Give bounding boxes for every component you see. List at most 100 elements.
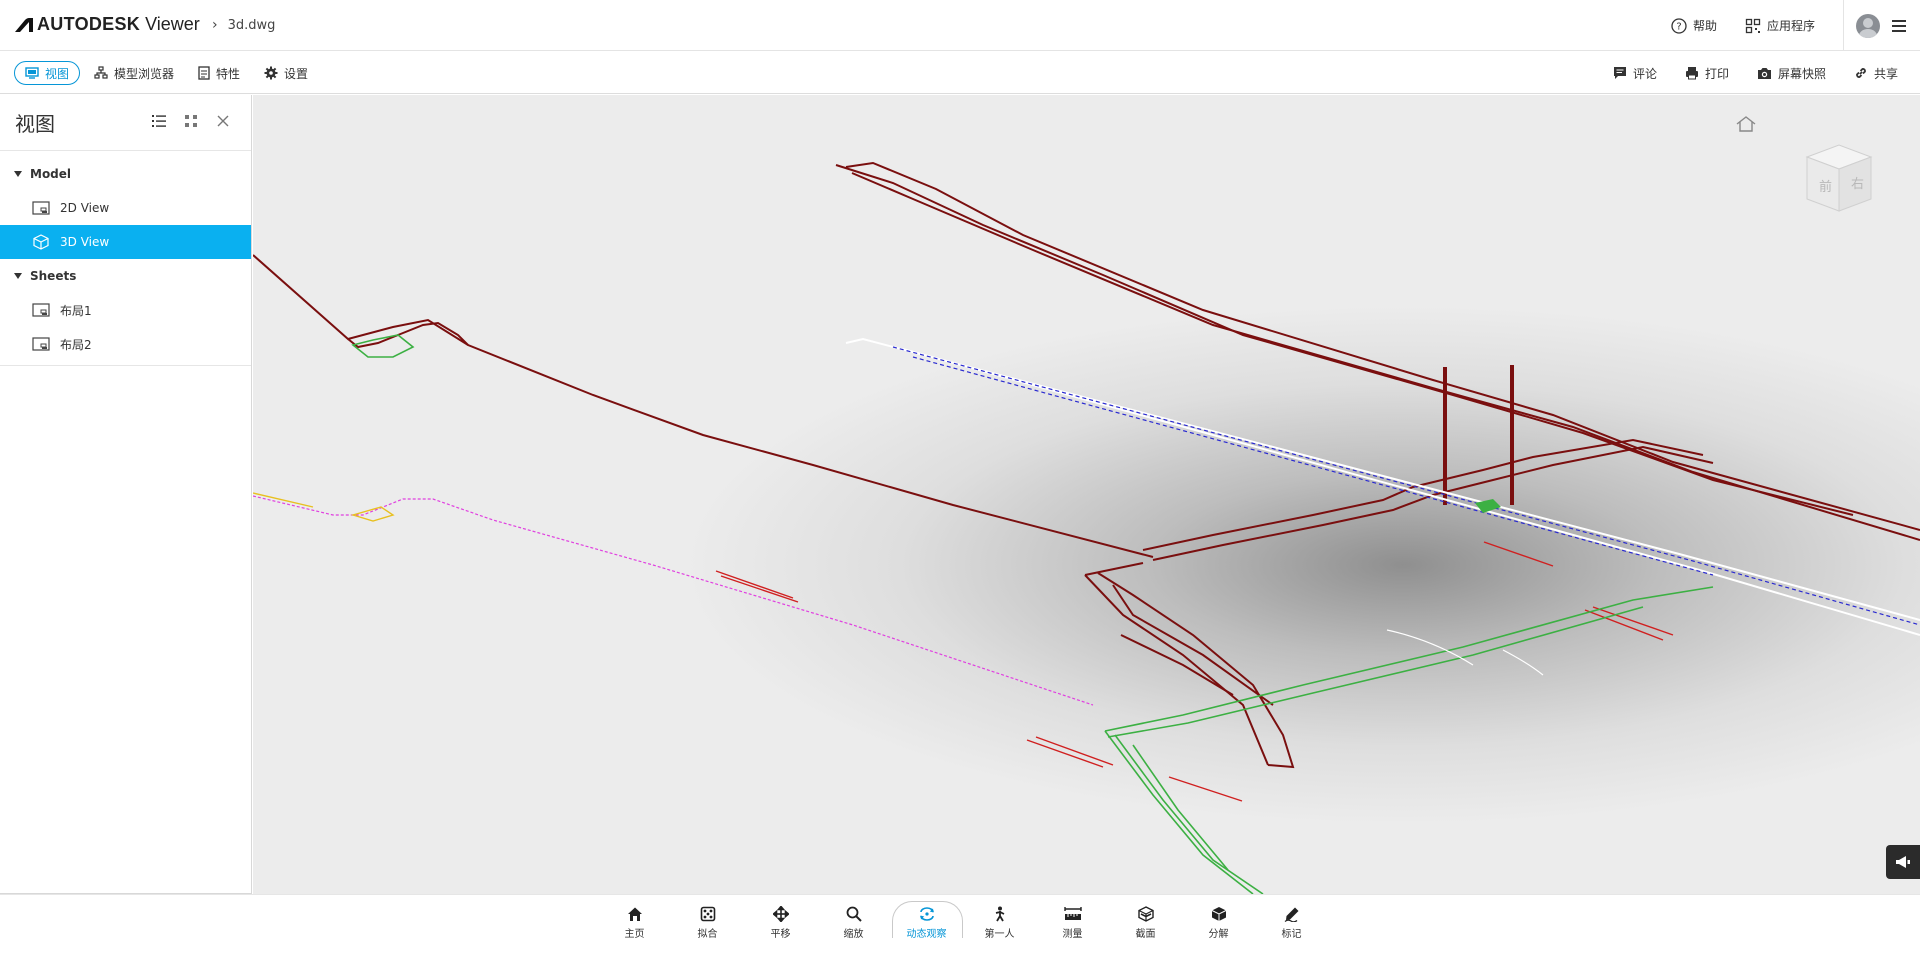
tree-item-label: 2D View [60, 201, 110, 215]
main-toolbar: 视图 模型浏览器 特性 设置 评论 打印 屏幕快照 共享 [0, 52, 1920, 94]
view-label: 视图 [45, 66, 70, 81]
camera-icon [1757, 67, 1771, 79]
tree-item-2d-view[interactable]: 2D View [0, 191, 251, 225]
properties-button[interactable]: 特性 [188, 61, 250, 85]
section-icon [1137, 906, 1154, 922]
megaphone-icon [1896, 856, 1910, 868]
viewcube[interactable]: 前 右 [1799, 141, 1879, 221]
apps-button[interactable]: 应用程序 [1745, 17, 1815, 34]
3d-canvas[interactable]: 前 右 [253, 95, 1920, 894]
home-tool-button[interactable]: 主页 [598, 899, 671, 947]
tree-item-layout2[interactable]: 布局2 [0, 327, 251, 361]
cube-3d-icon [33, 234, 49, 250]
print-label: 打印 [1704, 66, 1729, 81]
caret-down-icon [14, 273, 22, 279]
measure-tool-button[interactable]: 测量 [1036, 899, 1109, 947]
panel-header: 视图 [0, 95, 251, 151]
hamburger-menu-icon[interactable] [1892, 19, 1906, 32]
autodesk-logo[interactable]: AUTODESK Viewer [15, 14, 200, 35]
markup-tool-button[interactable]: 标记 [1255, 899, 1328, 947]
screenshot-button[interactable]: 屏幕快照 [1747, 61, 1836, 85]
model-wireframe [253, 161, 1920, 894]
comment-button[interactable]: 评论 [1603, 61, 1667, 85]
sheet-icon [32, 303, 50, 317]
pan-tool-button[interactable]: 平移 [744, 899, 817, 947]
zoom-icon [846, 906, 862, 922]
tree-item-label: 3D View [60, 235, 110, 249]
tool-label: 拟合 [697, 929, 718, 940]
autodesk-a-icon [15, 17, 33, 32]
tool-label: 截面 [1135, 929, 1156, 940]
first-person-tool-button[interactable]: 第一人 [963, 899, 1036, 947]
tree-item-label: 布局2 [60, 337, 92, 352]
print-icon [1685, 67, 1698, 80]
viewcube-front-face[interactable]: 前 [1819, 179, 1832, 195]
orbit-icon [919, 907, 934, 921]
panel-title: 视图 [15, 112, 55, 136]
header-actions: ? 帮助 应用程序 [1671, 0, 1920, 51]
first-person-icon [995, 906, 1004, 922]
explode-tool-button[interactable]: 分解 [1182, 899, 1255, 947]
pan-icon [772, 906, 789, 922]
tool-label: 主页 [624, 929, 645, 940]
announcement-button[interactable] [1886, 845, 1920, 879]
properties-icon [198, 66, 210, 80]
section-tool-button[interactable]: 截面 [1109, 899, 1182, 947]
tool-label: 分解 [1208, 929, 1229, 940]
view-icon [25, 67, 39, 79]
breadcrumb: › 3d.dwg [212, 17, 275, 33]
share-button[interactable]: 共享 [1844, 61, 1908, 85]
print-button[interactable]: 打印 [1675, 61, 1739, 85]
sheet-icon [32, 337, 50, 351]
home-icon[interactable] [1735, 115, 1757, 133]
tool-label: 平移 [770, 929, 791, 940]
settings-button[interactable]: 设置 [254, 61, 318, 85]
tree-group-sheets[interactable]: Sheets [0, 259, 251, 293]
home-icon [627, 907, 642, 921]
tool-label: 标记 [1281, 929, 1302, 940]
apps-grid-icon [1745, 18, 1761, 33]
help-label: 帮助 [1692, 19, 1717, 33]
views-panel: 视图 Model 2D View 3D View Sheets 布局1 布局2 [0, 95, 252, 894]
explode-icon [1211, 907, 1226, 921]
file-name[interactable]: 3d.dwg [228, 18, 276, 33]
brand-name: AUTODESK [37, 14, 141, 34]
tree-group-model[interactable]: Model [0, 157, 251, 191]
fit-tool-button[interactable]: 拟合 [671, 899, 744, 947]
tool-label: 测量 [1062, 929, 1083, 940]
sheet-2d-icon [32, 201, 50, 215]
view-button[interactable]: 视图 [14, 61, 81, 85]
orbit-tool-button[interactable]: 动态观察 [890, 899, 963, 947]
list-view-icon[interactable] [151, 113, 167, 129]
tree-group-label: Sheets [30, 269, 77, 283]
chevron-right-icon: › [212, 17, 218, 33]
comment-label: 评论 [1632, 66, 1657, 81]
help-button[interactable]: ? 帮助 [1671, 17, 1717, 34]
settings-gear-icon [264, 66, 278, 80]
grid-view-icon[interactable] [183, 113, 199, 129]
tool-label: 第一人 [984, 929, 1015, 940]
user-avatar[interactable] [1856, 13, 1880, 38]
caret-down-icon [14, 171, 22, 177]
tool-label: 动态观察 [906, 929, 947, 940]
help-circle-icon: ? [1671, 17, 1687, 34]
comment-icon [1613, 67, 1626, 79]
product-name: Viewer [145, 14, 200, 34]
tree-item-layout1[interactable]: 布局1 [0, 293, 251, 327]
close-icon[interactable] [215, 113, 231, 129]
tree-item-3d-view[interactable]: 3D View [0, 225, 251, 259]
zoom-tool-button[interactable]: 缩放 [817, 899, 890, 947]
fit-icon [700, 906, 715, 922]
model-browser-label: 模型浏览器 [114, 66, 175, 81]
settings-label: 设置 [284, 66, 309, 81]
model-browser-button[interactable]: 模型浏览器 [84, 61, 184, 85]
divider [0, 365, 251, 366]
navigation-toolbar: 主页 拟合 平移 缩放 动态观察 第一人 测量 截面 分解 标记 [0, 894, 1920, 953]
properties-label: 特性 [216, 66, 241, 81]
tree-group-label: Model [30, 167, 72, 181]
screenshot-label: 屏幕快照 [1777, 66, 1826, 81]
viewcube-right-face[interactable]: 右 [1851, 177, 1864, 192]
divider [1843, 0, 1844, 51]
view-tree: Model 2D View 3D View Sheets 布局1 布局2 [0, 151, 251, 366]
markup-icon [1284, 907, 1298, 922]
